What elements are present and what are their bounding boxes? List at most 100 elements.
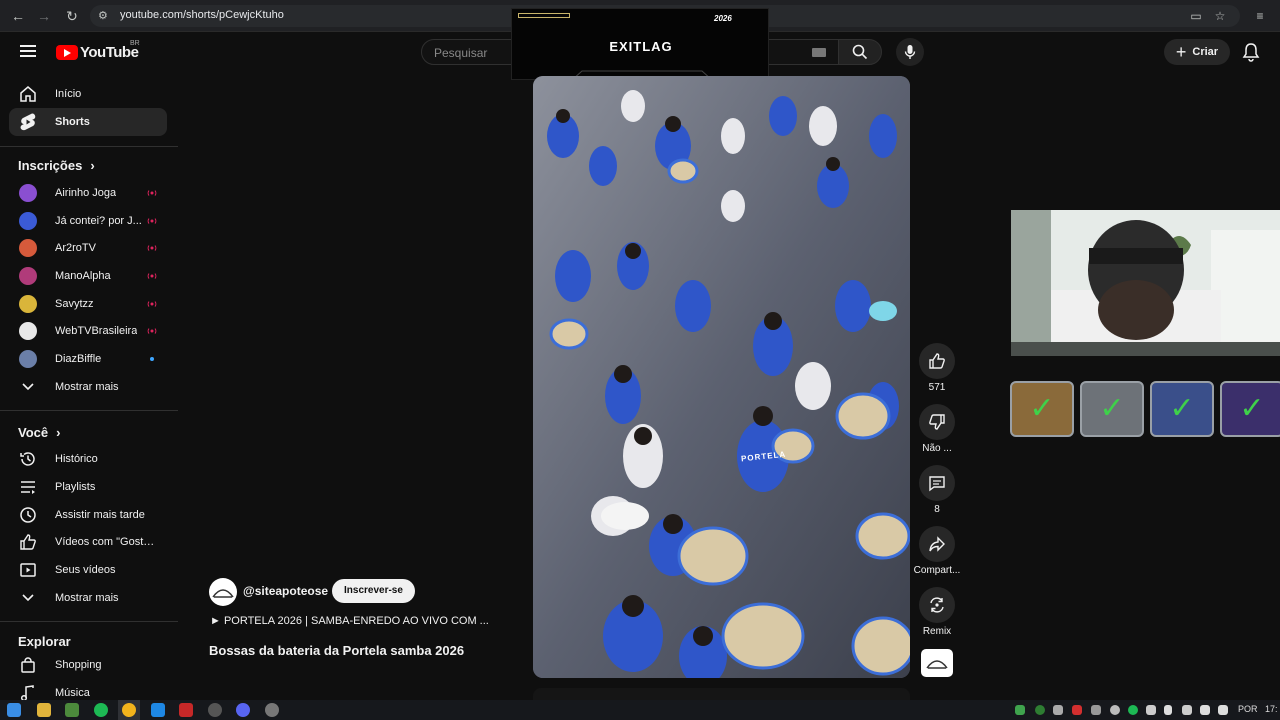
sidebar-item-label: Assistir mais tarde — [55, 509, 145, 521]
chevron-right-icon: › — [56, 425, 61, 440]
show-more-subscriptions[interactable]: Mostrar mais — [9, 373, 167, 401]
keyboard-language[interactable]: POR — [1238, 704, 1258, 714]
youtube-play-icon — [56, 44, 78, 60]
create-button[interactable]: + Criar — [1164, 39, 1230, 65]
spotify-tray-icon[interactable] — [1128, 705, 1138, 715]
section-title: Explorar — [18, 634, 71, 649]
subscription-item[interactable]: Ar2roTV — [9, 234, 167, 262]
achievement-tiles: ✓ ✓ ✓ ✓ — [1010, 381, 1280, 437]
tray-icon[interactable] — [1072, 705, 1082, 715]
sidebar-item-watch-later[interactable]: Assistir mais tarde — [9, 501, 167, 529]
subscription-item[interactable]: DiazBiffle — [9, 345, 167, 373]
tray-icon[interactable] — [1053, 705, 1063, 715]
subscribe-button[interactable]: Inscrever-se — [332, 579, 415, 603]
country-code: BR — [130, 40, 140, 47]
live-indicator-icon — [147, 218, 157, 224]
watch-later-icon — [18, 505, 38, 525]
voice-search-button[interactable] — [896, 38, 924, 66]
steam-icon[interactable] — [208, 703, 222, 717]
reading-list-icon[interactable]: ≡ — [1252, 8, 1268, 24]
new-content-dot — [150, 357, 154, 361]
notifications-bell-icon[interactable] — [1242, 42, 1260, 62]
sidebar-item-home[interactable]: Início — [9, 80, 167, 108]
shorts-video-player[interactable]: PORTELA — [533, 76, 910, 678]
sidebar-item-playlists[interactable]: Playlists — [9, 473, 167, 501]
tray-icon[interactable] — [1015, 705, 1025, 715]
avatar — [19, 295, 37, 313]
comments-button[interactable] — [919, 465, 955, 501]
playlist-link[interactable]: ► PORTELA 2026 | SAMBA-ENREDO AO VIVO CO… — [210, 615, 489, 627]
sound-channel-avatar[interactable] — [921, 649, 953, 677]
live-indicator-icon — [147, 190, 157, 196]
channel-avatar[interactable] — [209, 578, 237, 606]
chevron-down-icon — [18, 588, 38, 608]
menu-icon[interactable] — [20, 45, 36, 57]
share-button[interactable] — [919, 526, 955, 562]
app-icon[interactable] — [151, 703, 165, 717]
back-arrow-icon[interactable]: ← — [10, 8, 26, 24]
show-more-you[interactable]: Mostrar mais — [9, 584, 167, 612]
clock[interactable]: 17: — [1265, 704, 1278, 714]
microphone-icon — [904, 45, 916, 59]
settings-gear-icon[interactable] — [265, 703, 279, 717]
keyboard-icon[interactable] — [812, 48, 826, 57]
volume-icon[interactable] — [1218, 705, 1228, 715]
subscription-label: DiazBiffle — [55, 353, 102, 365]
tray-icon[interactable] — [1091, 705, 1101, 715]
youtube-logo[interactable]: YouTube BR — [56, 40, 140, 61]
exitlag-ad-overlay: 2026 EXITLAG — [511, 8, 769, 81]
windows-start-icon[interactable] — [7, 703, 21, 717]
search-button[interactable] — [838, 39, 882, 65]
sidebar-item-label: Playlists — [55, 481, 96, 493]
chrome-icon[interactable] — [122, 703, 136, 717]
divider — [0, 410, 178, 411]
subscription-item[interactable]: Já contei? por J... — [9, 207, 167, 235]
checkmark-icon: ✓ — [1169, 392, 1195, 425]
explore-heading: Explorar — [18, 634, 71, 649]
tray-icon[interactable] — [1182, 705, 1192, 715]
forward-arrow-icon[interactable]: → — [36, 8, 52, 24]
sidebar-item-your-videos[interactable]: Seus vídeos — [9, 556, 167, 584]
history-icon — [18, 449, 38, 469]
tray-icon[interactable] — [1110, 705, 1120, 715]
sidebar-item-history[interactable]: Histórico — [9, 445, 167, 473]
microphone-tray-icon[interactable] — [1164, 705, 1172, 715]
show-more-label: Mostrar mais — [55, 381, 119, 393]
file-explorer-icon[interactable] — [37, 703, 51, 717]
game-launcher-icon[interactable] — [65, 703, 79, 717]
like-count: 571 — [928, 382, 946, 393]
reload-icon[interactable]: ↻ — [64, 8, 80, 24]
you-heading[interactable]: Você › — [18, 425, 60, 440]
show-more-label: Mostrar mais — [55, 592, 119, 604]
sidebar-item-shorts[interactable]: Shorts — [9, 108, 167, 136]
site-info-icon[interactable]: ⚙ — [98, 9, 112, 23]
subscription-item[interactable]: Airinho Joga — [9, 179, 167, 207]
search-placeholder: Pesquisar — [434, 46, 488, 60]
dislike-label: Não ... — [922, 443, 952, 454]
tray-icon[interactable] — [1146, 705, 1156, 715]
subscription-item[interactable]: WebTVBrasileira — [9, 317, 167, 345]
subscription-label: Já contei? por J... — [55, 215, 142, 227]
live-indicator-icon — [147, 328, 157, 334]
subscriptions-heading[interactable]: Inscrições › — [18, 158, 95, 173]
liked-videos-icon — [18, 532, 38, 552]
dislike-button[interactable] — [919, 404, 955, 440]
tray-icon[interactable] — [1035, 705, 1045, 715]
remix-button[interactable] — [919, 587, 955, 623]
like-button[interactable] — [919, 343, 955, 379]
windows-taskbar: POR 17: — [0, 700, 1280, 720]
news-app-icon[interactable] — [179, 703, 193, 717]
spotify-icon[interactable] — [94, 703, 108, 717]
sidebar-item-liked-videos[interactable]: Vídeos com "Gostei" — [9, 528, 167, 556]
sidebar-item-shopping[interactable]: Shopping — [9, 651, 167, 679]
search-icon — [852, 44, 868, 60]
avatar — [19, 184, 37, 202]
channel-handle[interactable]: @siteapoteose — [243, 584, 328, 598]
subscription-item[interactable]: ManoAlpha — [9, 262, 167, 290]
discord-icon[interactable] — [236, 703, 250, 717]
comment-count: 8 — [934, 504, 940, 515]
bookmark-star-icon[interactable]: ☆ — [1212, 8, 1228, 24]
network-icon[interactable] — [1200, 705, 1210, 715]
cast-icon[interactable]: ▭ — [1188, 8, 1204, 24]
subscription-item[interactable]: Savytzz — [9, 290, 167, 318]
